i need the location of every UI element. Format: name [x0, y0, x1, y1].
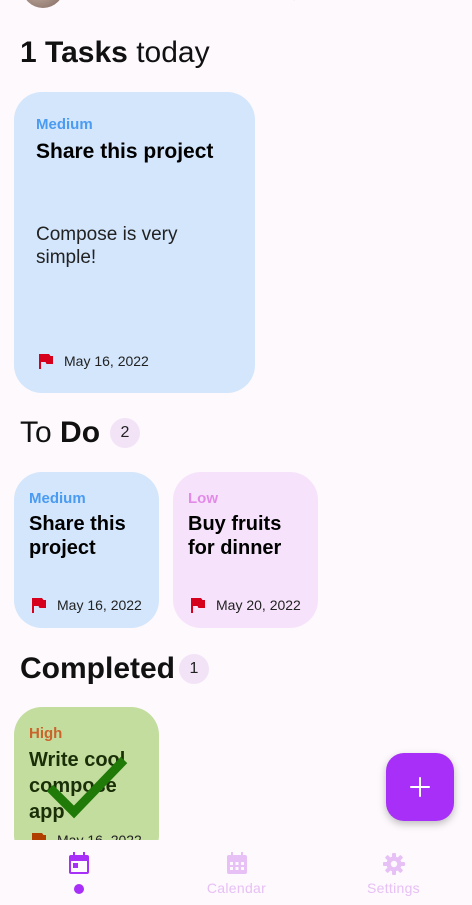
- priority-label: Low: [188, 490, 218, 507]
- nav-item-today[interactable]: [0, 840, 157, 905]
- todo-title-thin: To: [20, 416, 61, 449]
- gear-icon: [382, 853, 405, 875]
- completed-title: Completed: [20, 652, 176, 685]
- todo-task-card[interactable]: Medium Share this project May 16, 2022: [14, 472, 159, 628]
- flag-icon: [39, 354, 53, 369]
- completed-count-badge: 1: [179, 654, 209, 684]
- add-task-button[interactable]: [386, 753, 454, 821]
- due-date: May 16, 2022: [64, 353, 149, 369]
- calendar-icon: [226, 852, 247, 874]
- task-title: Buy fruits for dinner: [188, 513, 282, 559]
- today-task-card[interactable]: Medium Share this project Compose is ver…: [14, 92, 255, 393]
- task-title: Share this project: [36, 140, 214, 163]
- due-date: May 16, 2022: [57, 597, 142, 613]
- nav-label-settings: Settings: [367, 880, 420, 896]
- todo-heading: To Do: [20, 416, 100, 450]
- flag-icon: [191, 598, 205, 613]
- due-date-row: May 20, 2022: [190, 597, 301, 613]
- plus-icon: [410, 777, 430, 797]
- due-date: May 20, 2022: [216, 597, 301, 613]
- due-date-row: May 16, 2022: [38, 353, 149, 369]
- today-count: 1 Tasks: [20, 36, 128, 69]
- active-indicator: [73, 884, 84, 894]
- check-icon: [46, 756, 128, 819]
- today-suffix: today: [127, 36, 210, 69]
- flag-icon: [32, 598, 46, 613]
- todo-title-bold: Do: [60, 416, 101, 449]
- today-heading: 1 Tasks today: [20, 36, 210, 70]
- nav-item-settings[interactable]: Settings: [315, 840, 472, 905]
- avatar[interactable]: [22, 0, 64, 8]
- task-description: Compose is very simple!: [36, 224, 178, 268]
- task-title: Share this project: [29, 513, 126, 559]
- todo-count-badge: 2: [110, 418, 140, 448]
- completed-heading: Completed: [20, 652, 175, 686]
- priority-label: High: [29, 725, 63, 742]
- priority-label: Medium: [36, 116, 93, 133]
- bottom-navigation: Calendar Settings: [0, 840, 472, 905]
- todo-task-card[interactable]: Low Buy fruits for dinner May 20, 2022: [173, 472, 318, 628]
- priority-label: Medium: [29, 490, 86, 507]
- calendar-today-icon: [68, 852, 89, 874]
- due-date-row: May 16, 2022: [31, 597, 142, 613]
- nav-item-calendar[interactable]: Calendar: [158, 840, 315, 905]
- nav-label-calendar: Calendar: [206, 880, 267, 896]
